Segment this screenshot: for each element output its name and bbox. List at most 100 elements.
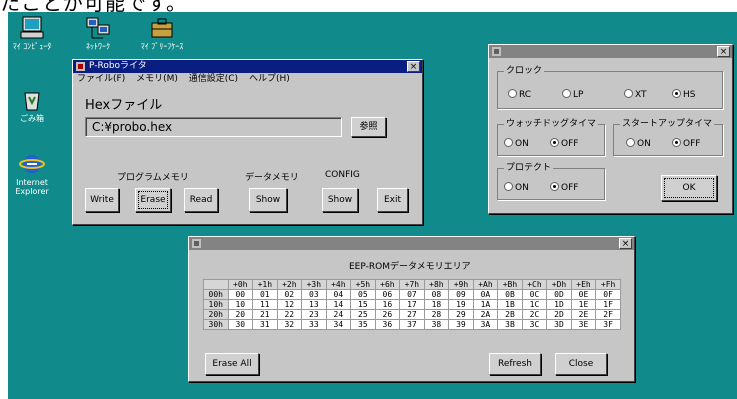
desktop-icon-internet-explorer[interactable]: Internet Explorer [2,152,62,196]
data-cell[interactable]: 0E [570,289,597,300]
data-cell[interactable]: 38 [423,319,450,330]
data-cell[interactable]: 1A [472,299,499,310]
clock-lp-radio[interactable]: LP [562,89,583,101]
exit-button[interactable]: Exit [377,188,408,212]
data-cell[interactable]: 0D [546,289,572,300]
protect-off-radio[interactable]: OFF [550,182,578,194]
erase-all-button[interactable]: Erase All [205,353,259,375]
menu-memory[interactable]: メモリ(M) [136,74,178,84]
data-cell[interactable]: 3E [570,319,597,330]
data-cell[interactable]: 12 [276,299,303,310]
data-cell[interactable]: 3B [497,319,523,330]
ok-button[interactable]: OK [661,175,717,201]
erase-button[interactable]: Erase [135,188,171,212]
data-cell[interactable]: 06 [374,289,401,300]
write-button[interactable]: Write [85,188,119,212]
data-cell[interactable]: 3A [472,319,499,330]
data-cell[interactable]: 30 [227,319,254,330]
data-cell[interactable]: 05 [350,289,376,300]
menu-file[interactable]: ファイル(F) [77,74,125,84]
data-cell[interactable]: 35 [350,319,376,330]
data-cell[interactable]: 00 [227,289,254,300]
data-cell[interactable]: 25 [350,309,376,320]
data-cell[interactable]: 09 [448,289,474,300]
data-cell[interactable]: 3D [546,319,572,330]
read-button[interactable]: Read [184,188,218,212]
watchdog-off-radio[interactable]: OFF [550,138,578,150]
desktop-icon-briefcase[interactable]: ﾏｲ ﾌﾞﾘｰﾌｹｰｽ [132,16,192,51]
data-cell[interactable]: 14 [325,299,352,310]
watchdog-on-radio[interactable]: ON [504,138,529,150]
data-cell[interactable]: 2F [595,309,621,320]
refresh-button[interactable]: Refresh [489,353,541,375]
writer-titlebar[interactable]: P-Roboライタ × [73,60,422,73]
data-cell[interactable]: 36 [374,319,401,330]
data-cell[interactable]: 10 [227,299,254,310]
data-cell[interactable]: 04 [325,289,352,300]
data-cell[interactable]: 0B [497,289,523,300]
data-cell[interactable]: 01 [252,289,278,300]
desktop-icon-recycle-bin[interactable]: ごみ箱 [2,88,62,123]
data-cell[interactable]: 02 [276,289,303,300]
data-cell[interactable]: 19 [448,299,474,310]
data-cell[interactable]: 26 [374,309,401,320]
startup-on-radio[interactable]: ON [626,138,651,150]
data-cell[interactable]: 32 [276,319,303,330]
data-cell[interactable]: 16 [374,299,401,310]
data-cell[interactable]: 27 [399,309,425,320]
data-cell[interactable]: 2B [497,309,523,320]
close-icon[interactable]: × [619,238,632,249]
data-cell[interactable]: 22 [276,309,303,320]
menu-comm-settings[interactable]: 通信設定(C) [189,74,238,84]
startup-off-radio[interactable]: OFF [672,138,700,150]
desktop-icon-my-computer[interactable]: ﾏｲ ｺﾝﾋﾟｭｰﾀ [2,16,62,51]
data-cell[interactable]: 1F [595,299,621,310]
menu-help[interactable]: ヘルプ(H) [249,74,290,84]
data-cell[interactable]: 2A [472,309,499,320]
data-cell[interactable]: 24 [325,309,352,320]
data-cell[interactable]: 39 [448,319,474,330]
data-cell[interactable]: 13 [301,299,327,310]
data-cell[interactable]: 18 [423,299,450,310]
data-cell[interactable]: 3C [521,319,548,330]
data-memory-show-button[interactable]: Show [249,188,287,212]
clock-rc-radio[interactable]: RC [508,89,531,101]
data-cell[interactable]: 0F [595,289,621,300]
data-cell[interactable]: 2E [570,309,597,320]
data-cell[interactable]: 31 [252,319,278,330]
desktop-icon-network[interactable]: ﾈｯﾄﾜｰｸ [68,16,128,51]
data-cell[interactable]: 21 [252,309,278,320]
data-cell[interactable]: 15 [350,299,376,310]
data-cell[interactable]: 37 [399,319,425,330]
data-cell[interactable]: 1D [546,299,572,310]
close-button[interactable]: Close [555,353,607,375]
data-cell[interactable]: 34 [325,319,352,330]
data-cell[interactable]: 11 [252,299,278,310]
clock-xt-radio[interactable]: XT [624,89,647,101]
data-cell[interactable]: 07 [399,289,425,300]
data-cell[interactable]: 03 [301,289,327,300]
data-cell[interactable]: 0A [472,289,499,300]
clock-hs-radio[interactable]: HS [672,89,695,101]
data-cell[interactable]: 1B [497,299,523,310]
data-cell[interactable]: 28 [423,309,450,320]
config-titlebar[interactable]: × [489,45,732,58]
data-cell[interactable]: 17 [399,299,425,310]
file-path-field[interactable]: C:¥probo.hex [85,117,342,137]
data-cell[interactable]: 23 [301,309,327,320]
data-cell[interactable]: 1E [570,299,597,310]
data-cell[interactable]: 1C [521,299,548,310]
data-cell[interactable]: 29 [448,309,474,320]
data-cell[interactable]: 33 [301,319,327,330]
protect-on-radio[interactable]: ON [504,182,529,194]
browse-button[interactable]: 参照 [351,117,386,137]
eep-titlebar[interactable]: × [189,237,634,250]
close-icon[interactable]: × [407,61,420,72]
data-cell[interactable]: 20 [227,309,254,320]
data-cell[interactable]: 2D [546,309,572,320]
data-cell[interactable]: 0C [521,289,548,300]
config-show-button[interactable]: Show [322,188,358,212]
data-cell[interactable]: 2C [521,309,548,320]
data-cell[interactable]: 08 [423,289,450,300]
close-icon[interactable]: × [717,46,730,57]
